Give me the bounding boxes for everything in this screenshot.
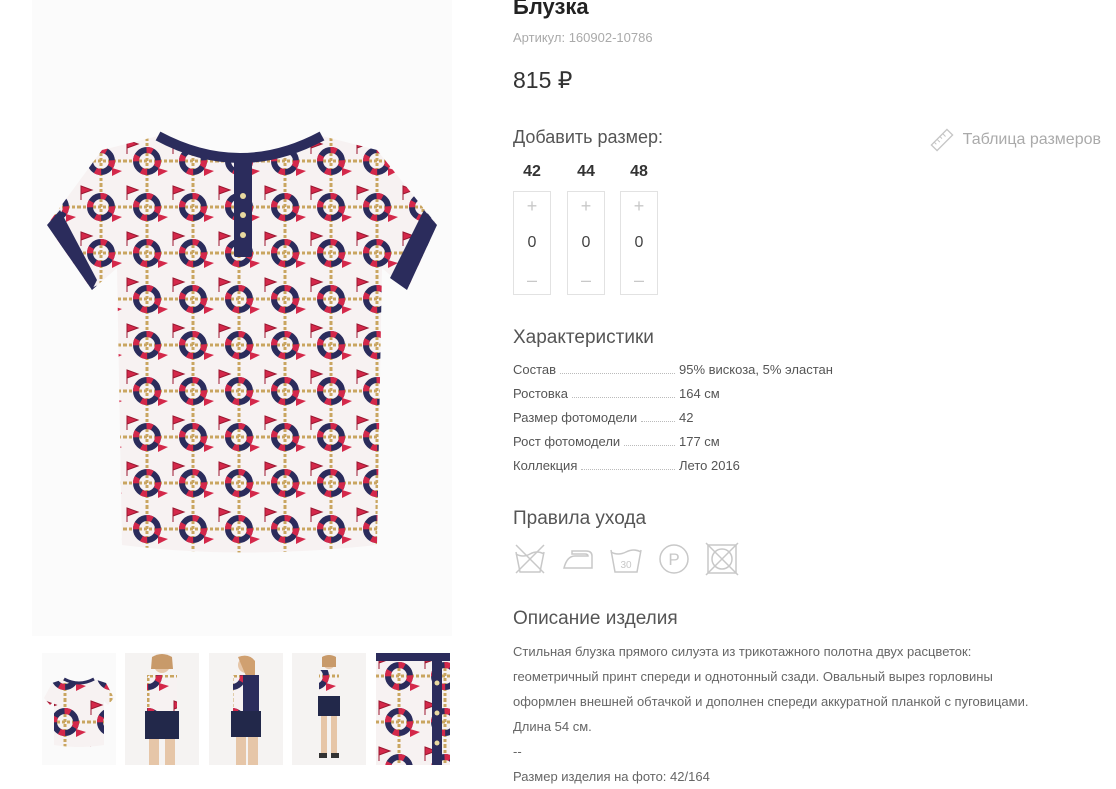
characteristic-key: Состав [513, 362, 557, 377]
thumbnail-model-front[interactable] [125, 653, 199, 765]
thumbnail-image [292, 653, 366, 765]
main-product-photo[interactable] [32, 0, 452, 636]
clean-letter: P [668, 550, 679, 569]
product-price: 815 ₽ [513, 67, 573, 93]
care-heading: Правила ухода [513, 508, 647, 529]
characteristic-value: 95% вискоза, 5% эластан [679, 362, 833, 377]
quantity-value[interactable]: 0 [514, 228, 550, 258]
ruler-icon [930, 128, 954, 152]
description-line: -- [513, 744, 522, 759]
characteristic-value: 177 см [679, 434, 720, 449]
characteristic-key: Ростовка [513, 386, 568, 401]
iron-icon [563, 550, 593, 569]
size-option-42: 42 + 0 – [513, 163, 551, 295]
characteristic-key: Рост фотомодели [513, 434, 621, 449]
size-label: 44 [577, 163, 595, 180]
thumbnail-image [125, 653, 199, 765]
product-title: Блузка [513, 0, 589, 19]
characteristic-row: Состав 95% вискоза, 5% эластан [513, 358, 913, 382]
quantity-value[interactable]: 0 [568, 228, 604, 258]
product-gallery [0, 0, 470, 784]
characteristic-row: Размер фотомодели 42 [513, 406, 913, 430]
description-line: Размер изделия на фото: 42/164 [513, 769, 710, 784]
increment-button[interactable]: + [514, 192, 550, 220]
blouse-image [47, 131, 437, 553]
characteristic-row: Коллекция Лето 2016 [513, 454, 913, 478]
quantity-value[interactable]: 0 [621, 228, 657, 258]
quantity-stepper: + 0 – [620, 191, 658, 295]
description-heading: Описание изделия [513, 608, 678, 629]
no-tumble-dry-icon [705, 542, 739, 576]
size-table-link[interactable]: Таблица размеров [929, 127, 1101, 153]
size-label: 48 [630, 163, 648, 180]
increment-button[interactable]: + [621, 192, 657, 220]
size-label: 42 [523, 163, 541, 180]
size-option-48: 48 + 0 – [620, 163, 658, 295]
decrement-button[interactable]: – [568, 266, 604, 294]
characteristic-row: Рост фотомодели 177 см [513, 430, 913, 454]
care-icons: 30 P [513, 542, 739, 576]
characteristic-value: Лето 2016 [679, 458, 740, 473]
thumbnail-image [376, 653, 450, 765]
description-line: Длина 54 см. [513, 719, 592, 734]
increment-button[interactable]: + [568, 192, 604, 220]
quantity-stepper: + 0 – [513, 191, 551, 295]
thumbnail-fabric-closeup[interactable] [376, 653, 450, 765]
characteristics-list: Состав 95% вискоза, 5% эластан Ростовка … [513, 358, 913, 478]
decrement-button[interactable]: – [514, 266, 550, 294]
description-line: оформлен внешней обтачкой и дополнен спе… [513, 694, 1029, 709]
characteristic-row: Ростовка 164 см [513, 382, 913, 406]
decrement-button[interactable]: – [621, 266, 657, 294]
thumbnail-image [209, 653, 283, 765]
size-option-44: 44 + 0 – [567, 163, 605, 295]
no-wash-icon [515, 544, 545, 574]
characteristic-value: 42 [679, 410, 694, 425]
thumbnail-image [42, 653, 116, 765]
wash-30-icon: 30 [610, 549, 642, 573]
characteristics-heading: Характеристики [513, 327, 654, 348]
add-size-heading: Добавить размер: [513, 127, 664, 147]
product-description: Стильная блузка прямого силуэта из трико… [513, 639, 1093, 789]
thumbnail-blouse-front[interactable] [42, 653, 116, 765]
size-table-label: Таблица размеров [962, 131, 1101, 148]
characteristic-value: 164 см [679, 386, 720, 401]
professional-clean-p-icon: P [659, 544, 689, 574]
thumbnail-model-full[interactable] [292, 653, 366, 765]
characteristic-key: Коллекция [513, 458, 578, 473]
wash-temperature: 30 [620, 560, 632, 571]
product-sku: Артикул: 160902-10786 [513, 30, 653, 45]
quantity-stepper: + 0 – [567, 191, 605, 295]
characteristic-key: Размер фотомодели [513, 410, 638, 425]
description-line: геометричный принт спереди и однотонный … [513, 669, 993, 684]
thumbnail-model-side[interactable] [209, 653, 283, 765]
description-line: Стильная блузка прямого силуэта из трико… [513, 644, 972, 659]
